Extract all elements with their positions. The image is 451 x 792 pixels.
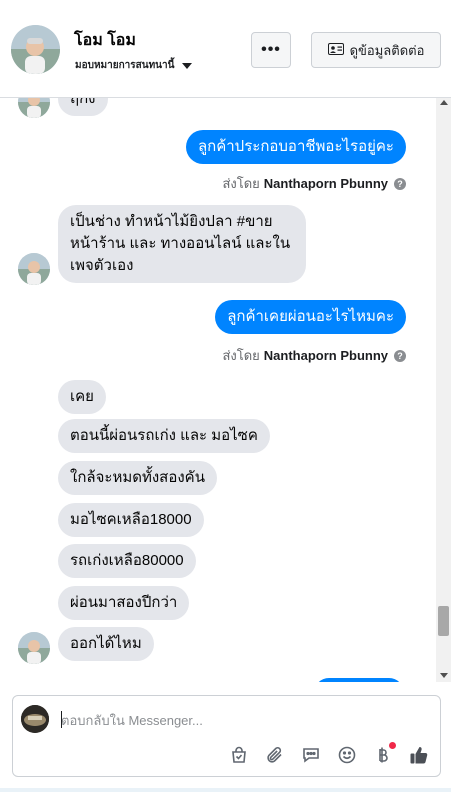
message-thread[interactable]: ฤกัง ลูกค้าประกอบอาชีพอะไรอยู่คะ ส่งโดย … [0, 98, 436, 682]
scroll-up-arrow-icon[interactable] [440, 100, 448, 105]
more-horizontal-icon: ••• [261, 41, 281, 58]
sent-by-prefix: ส่งโดย [222, 176, 260, 191]
emoji-icon[interactable] [336, 744, 358, 766]
message-bubble-outgoing[interactable]: ลูกค้าเคยผ่อนอะไรไหมคะ [215, 300, 406, 334]
sent-by-name[interactable]: Nanthaporn Pbunny [264, 176, 388, 191]
sent-by-caption: ส่งโดย Nanthaporn Pbunny ? [222, 173, 406, 194]
chat-bubble-icon[interactable] [300, 744, 322, 766]
scroll-thumb[interactable] [438, 606, 449, 636]
contact-card-icon [327, 42, 344, 58]
message-bubble-incoming[interactable]: ใกล้จะหมดทั้งสองคัน [58, 461, 217, 495]
contact-avatar-small [18, 98, 50, 118]
thumbs-up-icon[interactable] [408, 744, 430, 766]
assign-label: มอบหมายการสนทนานี้ [75, 60, 175, 71]
message-bubble-incoming[interactable]: ผ่อนมาสองปีกว่า [58, 586, 190, 620]
contact-avatar-small [18, 632, 50, 664]
message-bubble-incoming[interactable]: เคย [58, 380, 106, 414]
more-options-button[interactable]: ••• [251, 32, 291, 68]
window-bottom-edge [0, 788, 451, 792]
message-bubble-incoming[interactable]: รถเก่งเหลือ80000 [58, 544, 196, 578]
message-bubble-incoming[interactable]: ออกได้ไหม [58, 627, 154, 661]
reply-composer [12, 695, 441, 777]
contact-avatar[interactable] [11, 25, 60, 74]
sent-by-caption: ส่งโดย Nanthaporn Pbunny ? [222, 345, 406, 366]
message-bubble-outgoing-partial[interactable] [314, 678, 404, 682]
message-bubble-incoming[interactable]: เป็นช่าง ทำหน้าไม้ยิงปลา #ขายหน้าร้าน แล… [58, 205, 306, 283]
thread-scrollbar[interactable] [436, 98, 451, 682]
composer-toolbar [228, 742, 430, 766]
message-bubble-incoming[interactable]: ตอนนี้ผ่อนรถเก่ง และ มอไซค [58, 419, 270, 453]
reply-input[interactable] [61, 710, 421, 730]
sent-by-name[interactable]: Nanthaporn Pbunny [264, 348, 388, 363]
baht-payment-icon[interactable] [372, 742, 396, 766]
caret-down-icon [182, 62, 193, 69]
contact-avatar-small [18, 253, 50, 285]
scroll-down-arrow-icon[interactable] [440, 673, 448, 678]
help-icon[interactable]: ? [394, 349, 406, 362]
view-contact-info-label: ดูข้อมูลติดต่อ [349, 42, 425, 58]
view-contact-info-button[interactable]: ดูข้อมูลติดต่อ [311, 32, 441, 68]
message-bubble-incoming[interactable]: ฤกัง [58, 98, 108, 116]
sent-by-prefix: ส่งโดย [222, 348, 260, 363]
conversation-header: โอม โอม มอบหมายการสนทนานี้ ••• ดูข้อมูลต… [0, 0, 451, 98]
message-bubble-outgoing[interactable]: ลูกค้าประกอบอาชีพอะไรอยู่คะ [185, 130, 406, 164]
notification-dot [389, 742, 396, 749]
message-bubble-incoming[interactable]: มอไซคเหลือ18000 [58, 503, 204, 537]
page-avatar [21, 705, 49, 733]
shopping-bag-icon[interactable] [228, 744, 250, 766]
help-icon[interactable]: ? [394, 177, 406, 190]
contact-name[interactable]: โอม โอม [74, 28, 136, 53]
text-cursor [61, 711, 62, 728]
paperclip-icon[interactable] [264, 744, 286, 766]
assign-conversation-dropdown[interactable]: มอบหมายการสนทนานี้ [75, 58, 193, 73]
